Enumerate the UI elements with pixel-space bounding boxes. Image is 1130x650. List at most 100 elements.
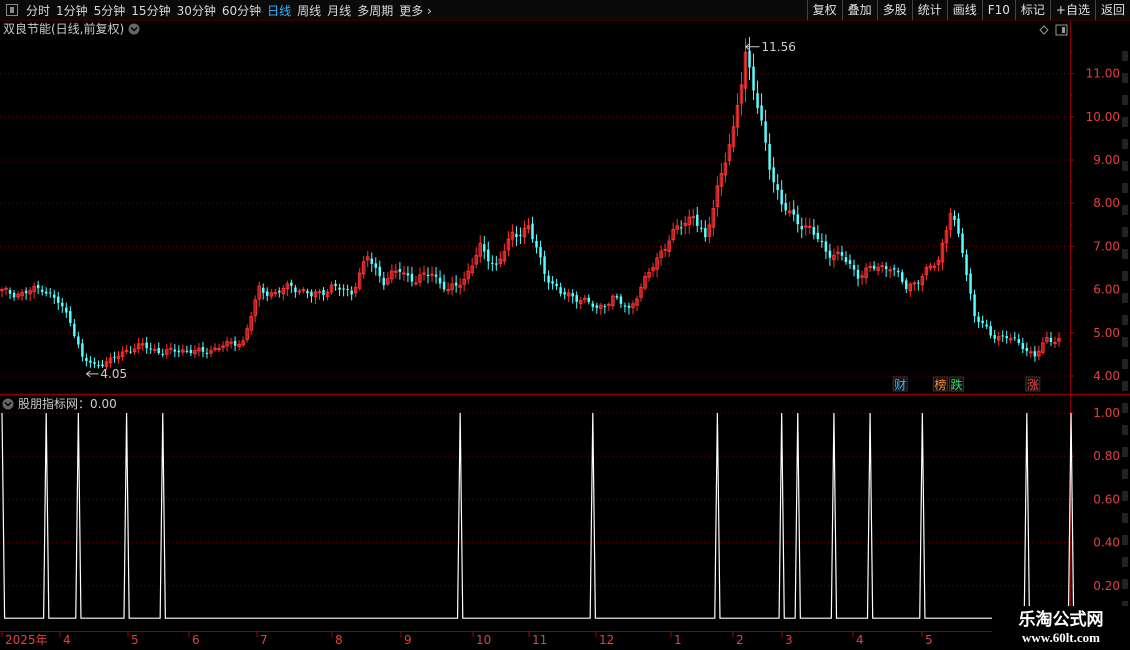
candle-body bbox=[487, 249, 490, 262]
candle-body bbox=[872, 265, 876, 269]
candle-body bbox=[430, 273, 434, 276]
time-axis-label: 9 bbox=[404, 633, 412, 647]
toolbar-button[interactable]: F10 bbox=[981, 0, 1015, 20]
candle-body bbox=[434, 274, 438, 277]
candle-body bbox=[800, 225, 804, 230]
candle-body bbox=[663, 248, 667, 251]
candle-body bbox=[4, 287, 8, 290]
candle-body bbox=[539, 246, 542, 258]
sub-axis-label: 0.60 bbox=[1093, 492, 1120, 506]
candle-body bbox=[278, 290, 281, 293]
toolbar-button[interactable]: +自选 bbox=[1049, 0, 1095, 20]
candle-body bbox=[981, 320, 984, 324]
candle-body bbox=[840, 252, 844, 256]
candle-body bbox=[157, 347, 160, 354]
candle-body bbox=[73, 323, 76, 336]
edge-glyph bbox=[1122, 205, 1128, 215]
candle-body bbox=[495, 263, 498, 265]
candle-body bbox=[993, 334, 996, 339]
period-tab[interactable]: 日线 bbox=[267, 2, 297, 19]
price-axis-label: 8.00 bbox=[1093, 196, 1120, 210]
candle-body bbox=[398, 269, 402, 272]
candle-body bbox=[1053, 341, 1057, 344]
edge-glyph bbox=[1122, 117, 1128, 127]
period-tab[interactable]: 1分钟 bbox=[56, 2, 94, 19]
candle-body bbox=[414, 282, 418, 285]
time-axis-label: 8 bbox=[335, 633, 343, 647]
collapse-icon[interactable] bbox=[128, 23, 140, 35]
window-icon[interactable] bbox=[6, 4, 18, 16]
candle-body bbox=[768, 143, 771, 170]
sub-axis-label: 0.40 bbox=[1093, 536, 1120, 550]
price-axis-label: 11.00 bbox=[1086, 67, 1120, 81]
period-tab[interactable]: 分时 bbox=[26, 2, 56, 19]
candle-body bbox=[346, 288, 349, 290]
watermark: 乐淘公式网 www.60lt.com bbox=[992, 606, 1130, 650]
candle-body bbox=[985, 324, 988, 327]
candle-body bbox=[973, 294, 976, 317]
signal-line bbox=[1, 412, 1075, 619]
candle-body bbox=[555, 283, 558, 287]
candle-body bbox=[483, 244, 486, 252]
candle-body bbox=[297, 290, 302, 293]
candle-body bbox=[912, 282, 917, 285]
candle-body bbox=[595, 305, 599, 308]
edge-glyph bbox=[1122, 491, 1128, 501]
candle-body bbox=[1001, 335, 1004, 337]
period-tab[interactable]: 月线 bbox=[327, 2, 357, 19]
candle-body bbox=[957, 218, 960, 234]
toolbar-button[interactable]: 标记 bbox=[1014, 0, 1050, 20]
candle-body bbox=[905, 280, 908, 289]
window-toggle-icon-inner bbox=[1062, 27, 1065, 33]
period-tab[interactable]: 5分钟 bbox=[94, 2, 132, 19]
candle-body bbox=[627, 305, 631, 308]
candle-body bbox=[563, 292, 566, 295]
candle-body bbox=[848, 260, 852, 264]
candle-body bbox=[12, 292, 16, 298]
time-axis-label: 2 bbox=[736, 633, 744, 647]
candle-body bbox=[77, 336, 80, 345]
edge-glyph bbox=[1122, 403, 1128, 413]
time-axis-label: 4 bbox=[856, 633, 864, 647]
toolbar-button[interactable]: 返回 bbox=[1094, 0, 1130, 20]
stock-chart[interactable]: 11.0010.009.008.007.006.005.004.0011.564… bbox=[0, 21, 1130, 650]
toolbar-button[interactable]: 统计 bbox=[911, 0, 947, 20]
period-tab[interactable]: 15分钟 bbox=[131, 2, 176, 19]
toolbar-button[interactable]: 画线 bbox=[946, 0, 982, 20]
period-tab[interactable]: 30分钟 bbox=[177, 2, 222, 19]
candle-body bbox=[551, 281, 554, 284]
candle-body bbox=[977, 316, 980, 323]
candle-body bbox=[531, 223, 534, 240]
candle-body bbox=[603, 306, 607, 308]
time-axis-label: 6 bbox=[192, 633, 200, 647]
candle-body bbox=[764, 121, 767, 143]
candle-body bbox=[824, 241, 828, 252]
candle-body bbox=[748, 50, 751, 68]
candle-body bbox=[772, 167, 775, 183]
candle-body bbox=[370, 258, 373, 264]
time-axis-label: 7 bbox=[260, 633, 268, 647]
candle-body bbox=[820, 240, 824, 243]
diamond-icon[interactable] bbox=[1039, 25, 1049, 35]
period-tab[interactable]: 更多 › bbox=[399, 2, 438, 19]
candle-body bbox=[177, 350, 181, 353]
period-tab[interactable]: 多周期 bbox=[357, 2, 399, 19]
edge-glyph bbox=[1122, 425, 1128, 435]
period-tab[interactable]: 周线 bbox=[297, 2, 327, 19]
price-axis-label: 4.00 bbox=[1093, 369, 1120, 383]
edge-glyph bbox=[1122, 557, 1128, 567]
toolbar-button[interactable]: 复权 bbox=[806, 0, 842, 20]
candle-body bbox=[808, 225, 812, 228]
candle-body bbox=[1049, 337, 1053, 343]
candle-body bbox=[152, 348, 157, 351]
candle-body bbox=[40, 289, 44, 292]
candle-body bbox=[113, 356, 116, 358]
sub-collapse-icon[interactable] bbox=[2, 398, 14, 410]
edge-glyph bbox=[1122, 139, 1128, 149]
period-tab[interactable]: 60分钟 bbox=[222, 2, 267, 19]
window-toggle-icon[interactable] bbox=[1055, 24, 1068, 36]
toolbar-button[interactable]: 叠加 bbox=[841, 0, 877, 20]
candle-body bbox=[543, 256, 546, 274]
candle-body bbox=[1021, 343, 1025, 350]
toolbar-button[interactable]: 多股 bbox=[876, 0, 912, 20]
